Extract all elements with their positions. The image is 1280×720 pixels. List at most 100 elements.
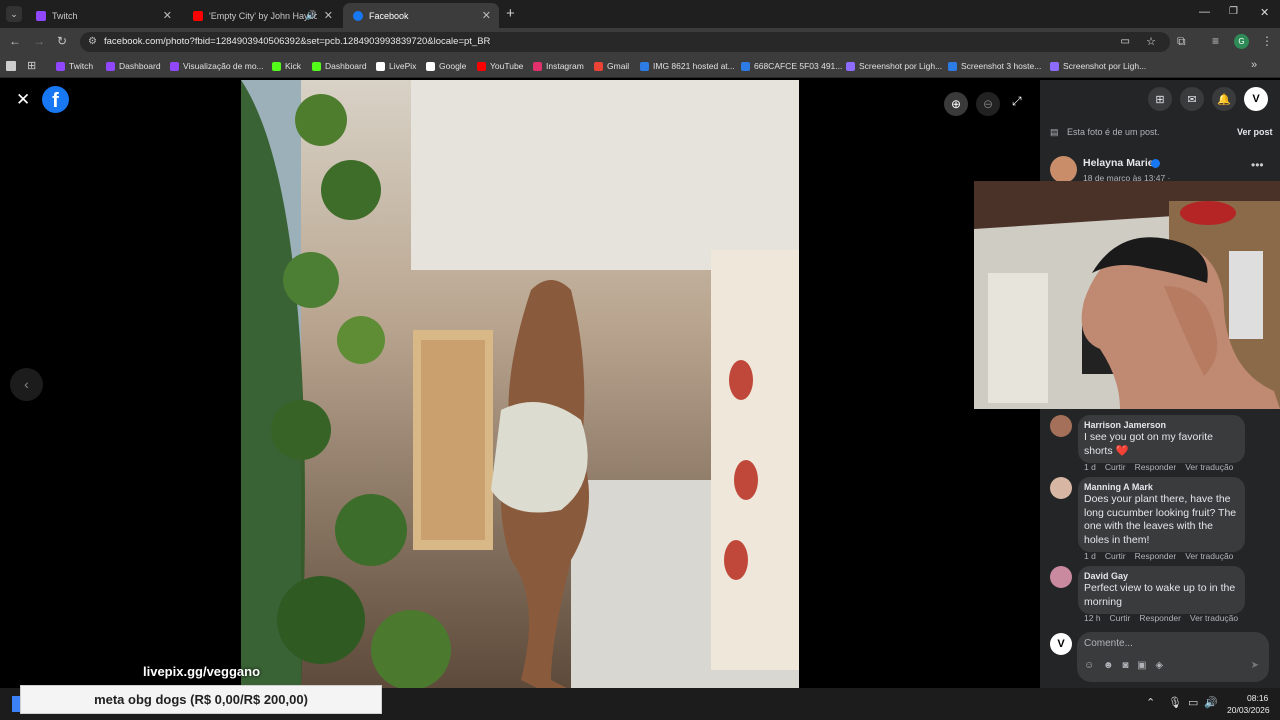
messenger-icon[interactable]: ✉ <box>1180 87 1204 111</box>
sticker-icon[interactable]: ◈ <box>1155 660 1163 671</box>
author-avatar[interactable] <box>1050 156 1077 183</box>
view-post-link[interactable]: Ver post <box>1237 127 1273 137</box>
more-bookmarks-icon[interactable]: » <box>1251 59 1257 71</box>
translate-link[interactable]: Ver tradução <box>1185 551 1233 561</box>
bookmark-item[interactable]: Kick <box>272 61 301 71</box>
clock-date[interactable]: 20/03/2026 <box>1227 705 1270 715</box>
bookmark-favicon-icon <box>106 61 115 71</box>
site-info-icon[interactable]: ⚙ <box>88 32 97 52</box>
commenter-avatar[interactable] <box>1050 566 1072 588</box>
bookmark-item[interactable]: 668CAFCE 5F03 491... <box>741 61 842 71</box>
reply-link[interactable]: Responder <box>1135 462 1177 472</box>
show-hidden-icons[interactable]: ⌃ <box>1146 696 1155 709</box>
extensions-icon[interactable]: ⧉ <box>1177 34 1186 49</box>
send-icon[interactable]: ➤ <box>1251 660 1259 671</box>
post-photo[interactable] <box>241 80 799 688</box>
close-window-button[interactable]: ✕ <box>1260 6 1269 19</box>
reload-icon[interactable]: ↻ <box>57 34 67 48</box>
clock-time[interactable]: 08:16 <box>1247 693 1268 703</box>
bookmark-item[interactable]: Instagram <box>533 61 584 71</box>
bookmark-label: Dashboard <box>119 61 161 71</box>
reply-link[interactable]: Responder <box>1139 613 1181 623</box>
fullscreen-icon[interactable]: ⤢ <box>1012 94 1022 109</box>
tab-twitch[interactable]: Twitch ✕ <box>26 3 180 28</box>
bookmark-item[interactable]: Google <box>426 61 466 71</box>
tab-search-icon[interactable]: ⌄ <box>6 6 22 22</box>
commenter-avatar[interactable] <box>1050 477 1072 499</box>
back-icon[interactable]: ← <box>9 34 21 48</box>
tab-label: Twitch <box>52 10 78 21</box>
forward-icon[interactable]: → <box>33 34 45 48</box>
tab-label: 'Empty City' by John Haydo <box>209 10 317 21</box>
author-name[interactable]: Helayna Marie <box>1083 157 1154 169</box>
bookmark-item[interactable]: Dashboard <box>312 61 367 71</box>
translate-link[interactable]: Ver tradução <box>1185 462 1233 472</box>
close-icon[interactable]: ✕ <box>16 90 30 110</box>
camera-icon[interactable]: ◙ <box>1122 660 1128 671</box>
close-tab-icon[interactable]: ✕ <box>324 9 333 22</box>
webcam-feed <box>974 181 1280 409</box>
webcam-overlay <box>974 181 1280 409</box>
network-icon[interactable]: ▭ <box>1188 696 1198 709</box>
comment-actions: 1 d Curtir Responder Ver tradução <box>1084 462 1242 472</box>
zoom-in-icon[interactable]: ⊕ <box>944 92 968 116</box>
profile-avatar[interactable]: G <box>1234 34 1249 49</box>
like-link[interactable]: Curtir <box>1105 551 1126 561</box>
avatar-sticker-icon[interactable]: ☺ <box>1084 660 1094 671</box>
reading-list-icon[interactable]: ≡ <box>1212 34 1219 48</box>
bookmark-item[interactable]: Twitch <box>56 61 93 71</box>
gif-icon[interactable]: ▣ <box>1137 660 1146 671</box>
commenter-name[interactable]: Manning A Mark <box>1084 482 1239 492</box>
cast-icon[interactable]: ▭ <box>1121 32 1130 52</box>
bookmark-item[interactable]: Dashboard <box>106 61 161 71</box>
bookmark-item[interactable]: IMG 8621 hosted at... <box>640 61 735 71</box>
close-tab-icon[interactable]: ✕ <box>482 9 491 22</box>
grid-icon[interactable]: ⊞ <box>27 59 36 72</box>
emoji-icon[interactable]: ☻ <box>1103 660 1114 671</box>
translate-link[interactable]: Ver tradução <box>1190 613 1238 623</box>
commenter-name[interactable]: Harrison Jamerson <box>1084 420 1239 430</box>
commenter-name[interactable]: David Gay <box>1084 571 1239 581</box>
comment-time[interactable]: 12 h <box>1084 613 1101 623</box>
photo-scene <box>241 80 799 688</box>
bookmark-item[interactable]: YouTube <box>477 61 523 71</box>
comment-text: Perfect view to wake up to in the mornin… <box>1084 582 1236 608</box>
bookmark-item[interactable]: LivePix <box>376 61 416 71</box>
star-icon[interactable]: ☆ <box>1146 32 1156 52</box>
zoom-out-icon[interactable]: ⊖ <box>976 92 1000 116</box>
microphone-icon[interactable]: 🎙 <box>1168 696 1182 709</box>
bookmark-item[interactable]: Screenshot por Ligh... <box>846 61 942 71</box>
restore-button[interactable]: ❐ <box>1229 6 1238 17</box>
volume-icon[interactable]: 🔊 <box>1204 696 1218 709</box>
comment-time[interactable]: 1 d <box>1084 551 1096 561</box>
bookmark-label: Screenshot por Ligh... <box>859 61 943 71</box>
like-link[interactable]: Curtir <box>1110 613 1131 623</box>
new-tab-button[interactable]: + <box>506 5 515 22</box>
bookmark-item[interactable]: Visualização de mo... <box>170 61 264 71</box>
previous-photo-button[interactable]: ‹ <box>10 368 43 401</box>
notifications-icon[interactable]: 🔔 <box>1212 87 1236 111</box>
url-field[interactable]: ⚙ facebook.com/photo?fbid=12849039405063… <box>80 32 1170 52</box>
tab-facebook[interactable]: Facebook ✕ <box>343 3 499 28</box>
reply-link[interactable]: Responder <box>1135 551 1177 561</box>
commenter-avatar[interactable] <box>1050 415 1072 437</box>
close-tab-icon[interactable]: ✕ <box>163 9 172 22</box>
bookmark-item[interactable]: Screenshot 3 hoste... <box>948 61 1041 71</box>
comment-input[interactable]: Comente... ☺ ☻ ◙ ▣ ◈ ➤ <box>1077 632 1269 682</box>
apps-icon[interactable] <box>6 61 16 71</box>
facebook-logo[interactable]: f <box>42 86 69 113</box>
menu-grid-icon[interactable]: ⊞ <box>1148 87 1172 111</box>
bookmark-label: 668CAFCE 5F03 491... <box>754 61 843 71</box>
bookmark-label: Twitch <box>69 61 94 71</box>
bookmark-favicon-icon <box>477 61 486 71</box>
account-avatar[interactable]: V <box>1244 87 1268 111</box>
bookmark-item[interactable]: Screenshot por Ligh... <box>1050 61 1146 71</box>
bookmark-item[interactable]: Gmail <box>594 61 629 71</box>
menu-kebab-icon[interactable]: ⋮ <box>1261 34 1273 48</box>
speaker-icon[interactable]: 🔊 <box>306 10 317 21</box>
minimize-button[interactable]: — <box>1199 6 1210 18</box>
post-options-icon[interactable]: ••• <box>1251 158 1264 172</box>
tab-youtube[interactable]: 'Empty City' by John Haydo 🔊 ✕ <box>183 3 341 28</box>
like-link[interactable]: Curtir <box>1105 462 1126 472</box>
comment-time[interactable]: 1 d <box>1084 462 1096 472</box>
